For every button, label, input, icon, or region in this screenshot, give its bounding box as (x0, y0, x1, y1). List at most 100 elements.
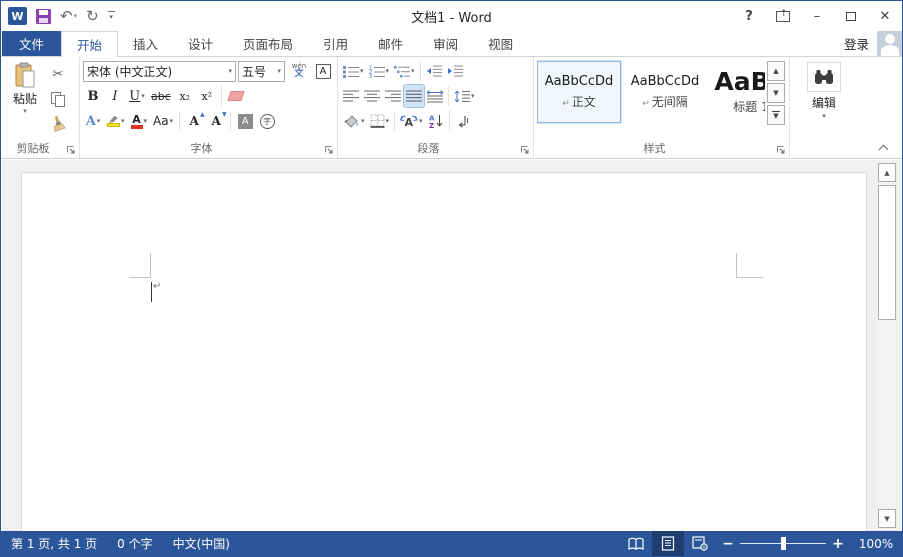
tab-references[interactable]: 引用 (308, 31, 363, 56)
styles-scroll-up-button[interactable]: ▲ (767, 61, 785, 81)
highlight-button[interactable]: ▾ (105, 110, 127, 132)
zoom-slider[interactable] (740, 531, 826, 556)
underline-button[interactable]: U▾ (127, 85, 147, 107)
shrink-font-button[interactable]: A▼ (206, 110, 226, 132)
save-button[interactable] (36, 9, 51, 24)
document-page[interactable] (21, 172, 867, 531)
scroll-up-button[interactable]: ▲ (878, 163, 896, 182)
font-name-combo[interactable]: 宋体 (中文正文) ▾ (83, 61, 236, 82)
underline-dropdown-icon[interactable]: ▾ (141, 93, 145, 100)
cut-button[interactable]: ✂ (48, 63, 68, 85)
tab-design[interactable]: 设计 (173, 31, 228, 56)
user-avatar-icon[interactable] (877, 31, 902, 56)
grow-font-button[interactable]: A▲ (184, 110, 204, 132)
tab-review[interactable]: 审阅 (418, 31, 473, 56)
font-color-button[interactable]: A ▾ (129, 110, 150, 132)
bullets-button[interactable]: ▾ (341, 60, 366, 82)
scrollbar-thumb[interactable] (878, 185, 896, 320)
tab-file[interactable]: 文件 (2, 31, 61, 56)
align-right-button[interactable] (383, 85, 403, 107)
font-name-dropdown-icon[interactable]: ▾ (224, 68, 232, 75)
style-no-spacing[interactable]: AaBbCcDd ↵无间隔 (623, 61, 707, 123)
sort-button[interactable]: A Z (426, 110, 446, 132)
read-mode-button[interactable] (620, 531, 652, 556)
strikethrough-button[interactable]: abc (149, 85, 173, 107)
paste-dropdown-icon[interactable]: ▾ (23, 108, 27, 115)
clipboard-dialog-launcher[interactable] (66, 145, 76, 155)
shading-button[interactable]: ▾ (341, 110, 367, 132)
line-spacing-button[interactable]: ▾ (452, 85, 477, 107)
multilevel-dropdown-icon[interactable]: ▾ (411, 68, 415, 75)
font-size-dropdown-icon[interactable]: ▾ (273, 68, 281, 75)
borders-dropdown-icon[interactable]: ▾ (386, 118, 390, 125)
tab-view[interactable]: 视图 (473, 31, 528, 56)
change-case-button[interactable]: Aa▾ (151, 110, 175, 132)
justify-button[interactable] (404, 85, 424, 107)
word-count[interactable]: 0 个字 (107, 531, 162, 556)
zoom-in-button[interactable]: + (826, 536, 850, 552)
zoom-level[interactable]: 100% (850, 537, 902, 551)
increase-indent-button[interactable] (445, 60, 465, 82)
undo-dropdown-icon[interactable]: ▾ (74, 12, 78, 20)
character-shading-button[interactable]: A (235, 110, 255, 132)
format-painter-button[interactable] (48, 113, 68, 135)
styles-scroll-down-button[interactable]: ▼ (767, 83, 785, 103)
multilevel-list-button[interactable]: ▾ (392, 60, 417, 82)
redo-button[interactable]: ↻ (86, 7, 99, 25)
change-case-dropdown-icon[interactable]: ▾ (170, 118, 174, 125)
web-layout-button[interactable] (684, 531, 716, 556)
tab-mailings[interactable]: 邮件 (363, 31, 418, 56)
tab-page-layout[interactable]: 页面布局 (228, 31, 308, 56)
style-normal[interactable]: AaBbCcDd ↵正文 (537, 61, 621, 123)
copy-button[interactable] (48, 88, 68, 110)
italic-button[interactable]: I (105, 85, 125, 107)
bullets-dropdown-icon[interactable]: ▾ (360, 68, 364, 75)
character-border-button[interactable]: A (313, 60, 333, 82)
styles-more-button[interactable]: ▼ (767, 105, 785, 125)
sign-in-link[interactable]: 登录 (844, 34, 869, 53)
zoom-out-button[interactable]: − (716, 536, 740, 552)
text-effects-button[interactable]: A▾ (83, 110, 103, 132)
show-hide-marks-button[interactable] (453, 110, 473, 132)
highlight-dropdown-icon[interactable]: ▾ (121, 118, 125, 125)
undo-button[interactable]: ↶▾ (60, 7, 77, 25)
customize-qat-button[interactable]: ▾ (108, 11, 115, 21)
shading-dropdown-icon[interactable]: ▾ (361, 118, 365, 125)
zoom-slider-thumb[interactable] (781, 537, 786, 550)
editing-dropdown-icon[interactable]: ▾ (822, 113, 826, 120)
ribbon-display-options-button[interactable] (766, 1, 800, 31)
font-color-dropdown-icon[interactable]: ▾ (144, 118, 148, 125)
print-layout-button[interactable] (652, 531, 684, 556)
asian-layout-dropdown-icon[interactable]: ▾ (419, 118, 423, 125)
vertical-scrollbar[interactable]: ▲ ▼ (878, 163, 896, 528)
font-size-combo[interactable]: 五号 ▾ (238, 61, 285, 82)
distributed-button[interactable] (425, 85, 445, 107)
paragraph-dialog-launcher[interactable] (520, 145, 530, 155)
tab-home[interactable]: 开始 (61, 31, 118, 57)
align-left-button[interactable] (341, 85, 361, 107)
editing-menu-button[interactable]: 编辑 ▾ (807, 60, 841, 120)
tab-insert[interactable]: 插入 (118, 31, 173, 56)
text-effects-dropdown-icon[interactable]: ▾ (97, 118, 101, 125)
font-dialog-launcher[interactable] (324, 145, 334, 155)
clear-formatting-button[interactable] (226, 85, 246, 107)
language-status[interactable]: 中文(中国) (163, 531, 240, 556)
minimize-button[interactable]: – (800, 1, 834, 31)
numbering-button[interactable]: 1 2 3 ▾ (367, 60, 392, 82)
collapse-ribbon-button[interactable] (879, 143, 888, 152)
phonetic-guide-button[interactable]: wén 文 (287, 60, 311, 82)
style-heading-1[interactable]: AaBb 标题 1 (709, 61, 765, 123)
scroll-down-button[interactable]: ▼ (878, 509, 896, 528)
close-button[interactable]: ✕ (868, 1, 902, 31)
numbering-dropdown-icon[interactable]: ▾ (386, 68, 390, 75)
line-spacing-dropdown-icon[interactable]: ▾ (471, 93, 475, 100)
enclose-characters-button[interactable]: 字 (257, 110, 277, 132)
borders-button[interactable]: ▾ (368, 110, 392, 132)
maximize-button[interactable] (834, 1, 868, 31)
asian-layout-button[interactable]: A ▾ (398, 110, 425, 132)
paste-button[interactable]: 粘贴 ▾ (4, 60, 46, 140)
decrease-indent-button[interactable] (424, 60, 444, 82)
help-button[interactable]: ? (732, 1, 766, 31)
bold-button[interactable]: B (83, 85, 103, 107)
page-info[interactable]: 第 1 页, 共 1 页 (1, 531, 107, 556)
